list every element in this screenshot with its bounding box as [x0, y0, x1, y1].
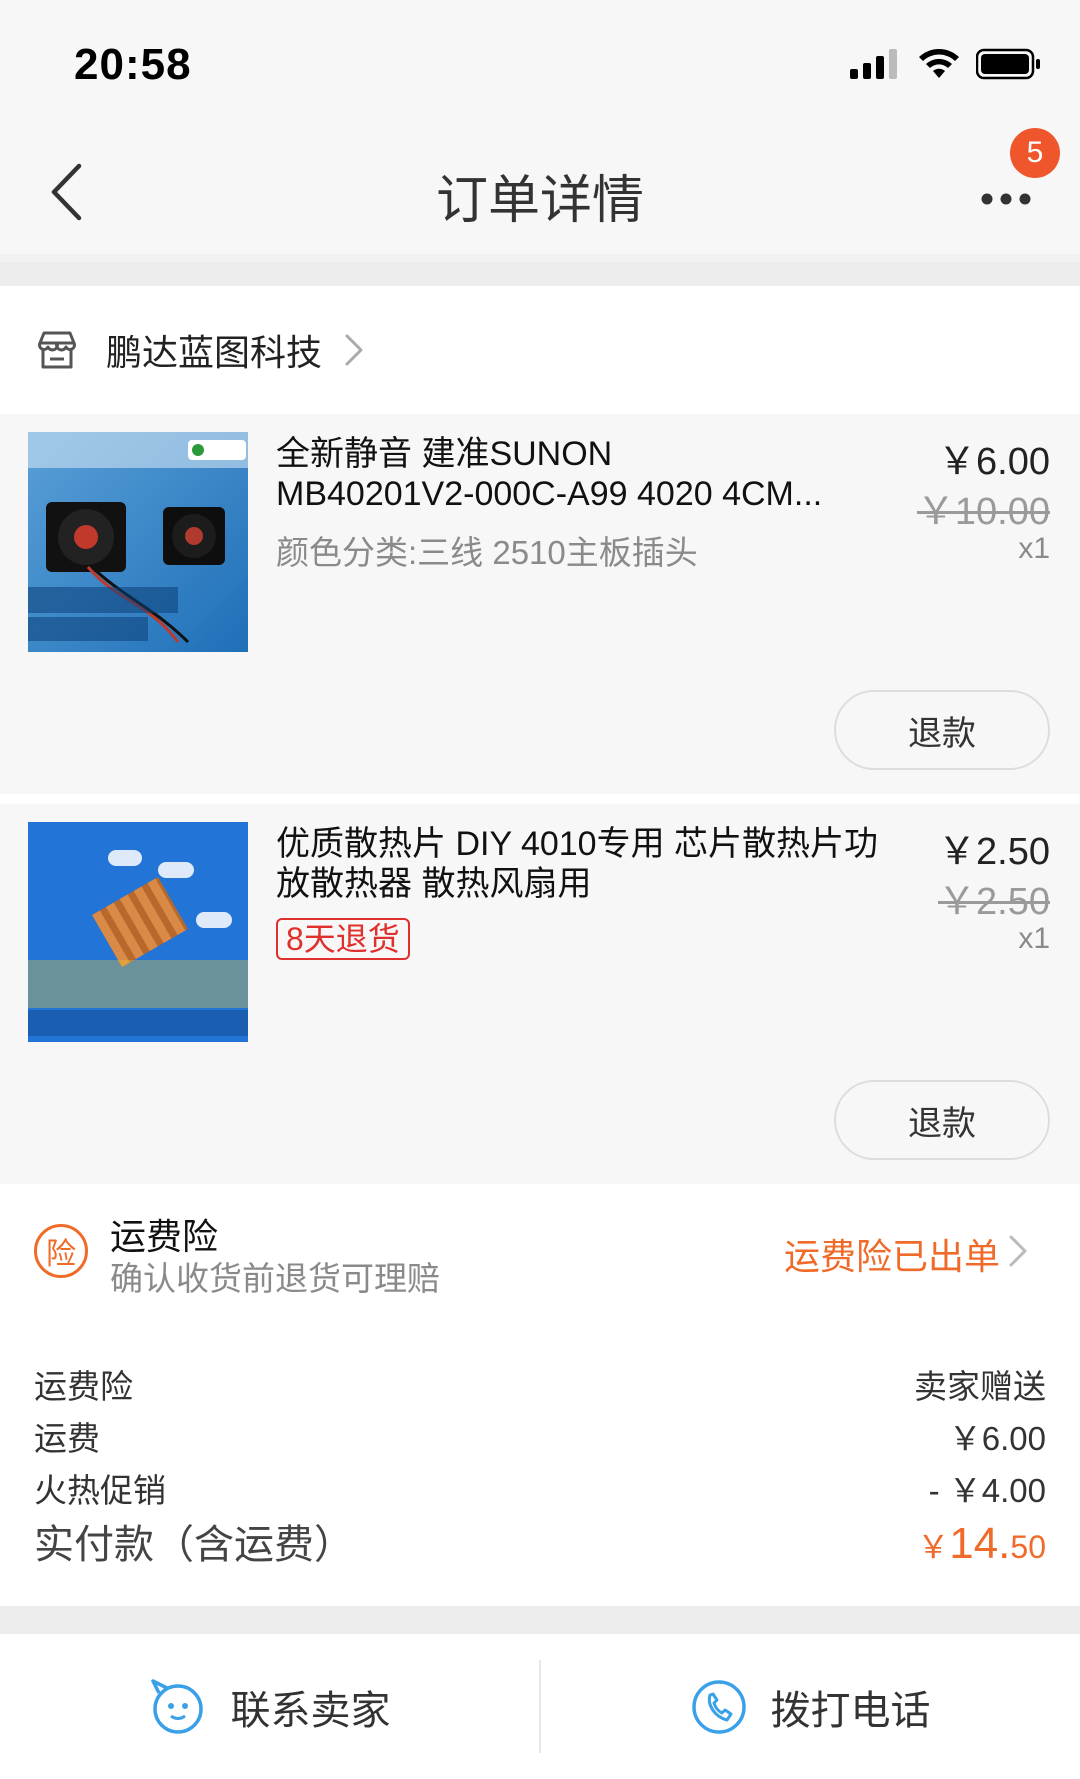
item-divider: [0, 794, 1080, 804]
total-integer: 14.: [949, 1519, 1011, 1568]
contact-seller-label: 联系卖家: [230, 1688, 391, 1733]
total-currency: ￥: [917, 1529, 950, 1565]
chevron-right-icon: [1009, 1235, 1027, 1267]
summary-value: 卖家赠送: [914, 1368, 1046, 1405]
section-gap: [0, 1606, 1080, 1634]
nav-bar: 订单详情: [0, 130, 1080, 254]
item-original-price: ￥2.50: [938, 881, 1050, 923]
refund-button[interactable]: 退款: [834, 690, 1050, 770]
shipping-insurance-row[interactable]: 险 运费险 确认收货前退货可理赔 运费险已出单: [0, 1184, 1080, 1320]
item-quantity: x1: [1018, 532, 1050, 565]
shop-row[interactable]: 鹏达蓝图科技: [0, 286, 1080, 414]
item-title-line: MB40201V2-000C-A99 4020 4CM...: [276, 475, 823, 513]
item-title[interactable]: 全新静音 建准SUNON MB40201V2-000C-A99 4020 4CM…: [276, 434, 886, 514]
summary-row: 火热促销 - ￥4.00: [34, 1464, 1046, 1512]
status-time: 20:58: [74, 40, 192, 89]
item-price: ￥2.50: [938, 831, 1050, 873]
page-title: 订单详情: [435, 172, 644, 230]
total-label: 实付款（含运费）: [34, 1523, 354, 1567]
shop-name: 鹏达蓝图科技: [106, 332, 323, 373]
order-item[interactable]: 优质散热片 DIY 4010专用 芯片散热片功 放散热器 散热风扇用 8天退货 …: [0, 804, 1080, 1184]
total-decimal: 50: [1010, 1529, 1046, 1565]
chat-face-icon: [150, 1678, 203, 1734]
summary-label: 运费: [34, 1420, 100, 1457]
item-title-line: 全新静音 建准SUNON: [276, 435, 613, 473]
call-phone-button[interactable]: 拨打电话: [541, 1634, 1080, 1779]
total-row: 实付款（含运费） ￥14.50: [34, 1512, 1046, 1570]
product-thumbnail[interactable]: [28, 432, 248, 652]
battery-icon: [976, 48, 1040, 80]
summary-label: 火热促销: [34, 1472, 166, 1509]
total-amount: ￥14.50: [917, 1519, 1046, 1569]
item-price: ￥6.00: [938, 441, 1050, 483]
item-title[interactable]: 优质散热片 DIY 4010专用 芯片散热片功 放散热器 散热风扇用: [276, 824, 886, 904]
payment-summary: 运费险 卖家赠送 运费 ￥6.00 火热促销 - ￥4.00 实付款（含运费） …: [0, 1320, 1080, 1606]
shop-icon: [38, 331, 76, 369]
more-dots-icon: [981, 193, 1031, 205]
return-policy-tag: 8天退货: [276, 918, 410, 960]
chevron-right-icon: [345, 334, 363, 366]
phone-icon: [691, 1679, 746, 1734]
summary-label: 运费险: [34, 1368, 133, 1405]
heatsink-product-image: [28, 822, 248, 1042]
summary-row: 运费 ￥6.00: [34, 1412, 1046, 1460]
item-spec: 颜色分类:三线 2510主板插头: [276, 534, 698, 571]
item-original-price: ￥10.00: [916, 491, 1050, 533]
contact-seller-button[interactable]: 联系卖家: [0, 1634, 539, 1779]
status-bar: 20:58: [0, 0, 1080, 130]
product-thumbnail[interactable]: [28, 822, 248, 1042]
status-icons: [850, 48, 1042, 80]
item-quantity: x1: [1018, 922, 1050, 955]
item-title-line: 放散热器 散热风扇用: [276, 865, 592, 903]
wifi-icon: [919, 49, 959, 78]
order-item[interactable]: 全新静音 建准SUNON MB40201V2-000C-A99 4020 4CM…: [0, 414, 1080, 794]
insurance-icon: 险: [34, 1224, 88, 1278]
summary-value: ￥6.00: [948, 1420, 1046, 1457]
summary-row: 运费险 卖家赠送: [34, 1360, 1046, 1408]
refund-button[interactable]: 退款: [834, 1080, 1050, 1160]
bottom-action-bar: 联系卖家 拨打电话: [0, 1634, 1080, 1779]
item-title-line: 优质散热片 DIY 4010专用 芯片散热片功: [276, 825, 879, 863]
summary-value: - ￥4.00: [928, 1472, 1046, 1509]
insurance-subtitle: 确认收货前退货可理赔: [110, 1260, 440, 1297]
fan-product-image: [28, 432, 248, 652]
call-phone-label: 拨打电话: [770, 1688, 931, 1733]
notification-badge: 5: [1010, 128, 1060, 178]
section-gap: [0, 262, 1080, 286]
insurance-status[interactable]: 运费险已出单: [784, 1228, 1000, 1280]
signal-icon: [850, 49, 897, 79]
